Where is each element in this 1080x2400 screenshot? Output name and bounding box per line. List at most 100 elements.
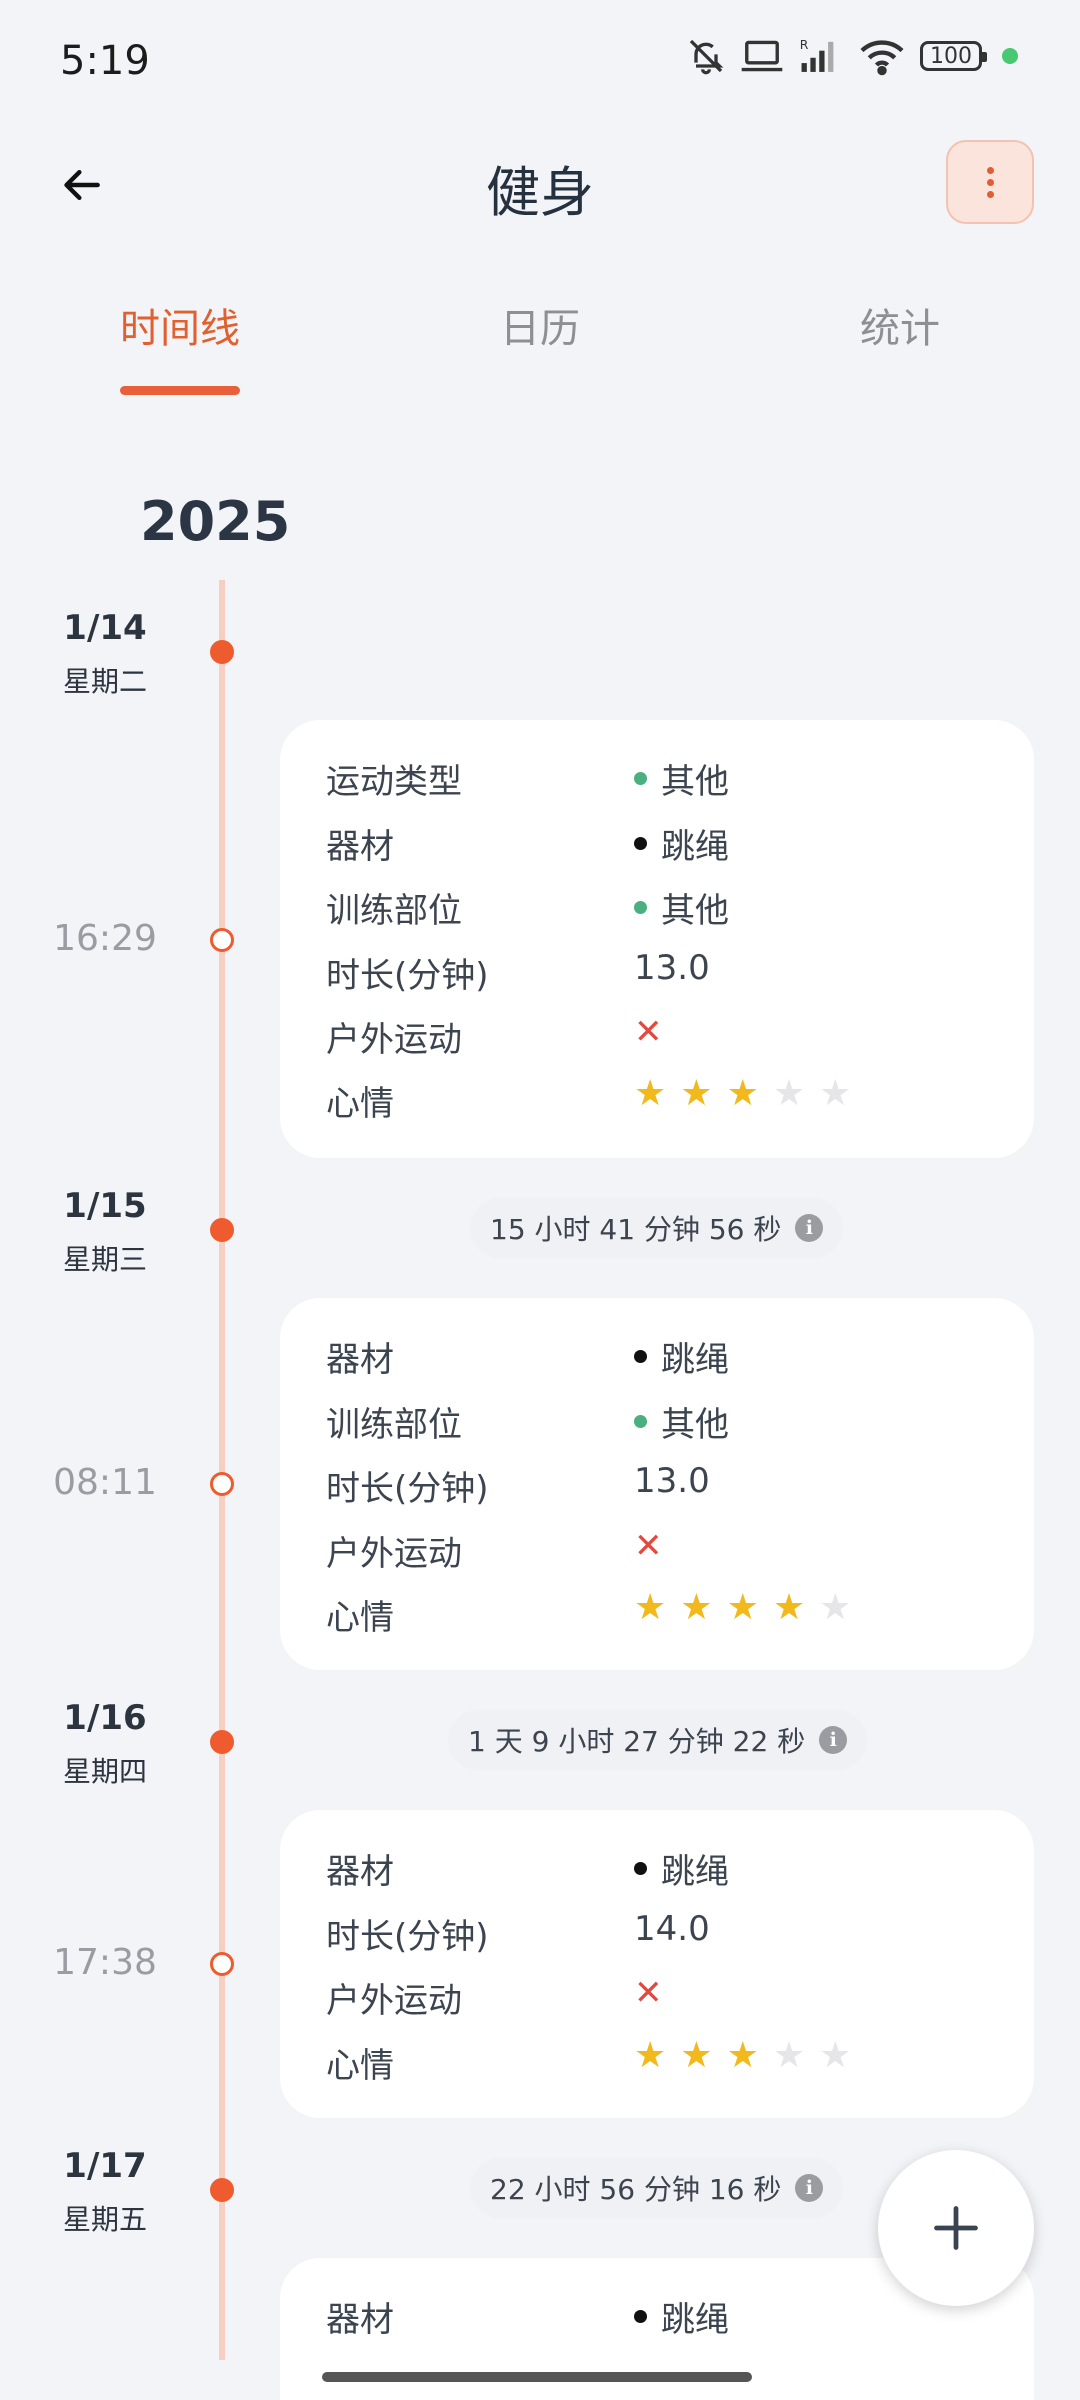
battery-icon: 100 <box>920 41 987 71</box>
entry-node <box>210 1952 234 1976</box>
day-node <box>210 1218 234 1242</box>
row-value: 跳绳 <box>634 819 729 868</box>
row-value: ✕ <box>634 1973 663 2013</box>
bullet-black <box>634 1350 647 1363</box>
page-title: 健身 <box>486 161 594 224</box>
home-indicator[interactable] <box>322 2372 752 2382</box>
weekday-label: 星期二 <box>62 665 147 698</box>
row-value: 13.0 <box>634 948 710 988</box>
interval-text: 22 小时 56 分钟 16 秒 <box>490 2173 782 2206</box>
year-heading: 2025 <box>140 490 291 553</box>
mood-stars: ★ ★ ★ ★ ★ <box>634 1076 851 1112</box>
row-label: 心情 <box>326 1084 394 1124</box>
tab-calendar[interactable]: 日历 <box>420 296 660 354</box>
entry-node <box>210 1472 234 1496</box>
bullet-green <box>634 901 647 914</box>
row-label: 户外运动 <box>326 1020 462 1060</box>
row-label: 户外运动 <box>326 1534 462 1574</box>
timeline-line <box>219 580 225 2360</box>
row-label: 器材 <box>326 2300 394 2340</box>
status-time: 5:19 <box>60 38 150 84</box>
star-empty-icon: ★ <box>772 1073 806 1114</box>
row-label: 时长(分钟) <box>326 1469 489 1509</box>
entry-card[interactable]: 器材 跳绳 时长(分钟) 14.0 户外运动 ✕ 心情 ★ ★ ★ ★ ★ <box>280 1810 1034 2118</box>
wifi-icon <box>860 40 904 76</box>
row-value: ✕ <box>634 1012 663 1052</box>
row-label: 训练部位 <box>326 1405 462 1445</box>
star-filled-icon: ★ <box>634 1587 667 1628</box>
laptop-icon <box>741 40 783 72</box>
star-empty-icon: ★ <box>819 1587 852 1628</box>
row-label: 器材 <box>326 827 394 867</box>
star-filled-icon: ★ <box>726 1073 759 1114</box>
star-empty-icon: ★ <box>819 1073 852 1114</box>
weekday-label: 星期五 <box>62 2203 147 2236</box>
date-label: 1/15 <box>63 1186 147 1226</box>
more-options-button[interactable] <box>946 140 1034 224</box>
cross-icon: ✕ <box>634 1973 663 2013</box>
cross-icon: ✕ <box>634 1526 663 1566</box>
interval-text: 1 天 9 小时 27 分钟 22 秒 <box>468 1725 806 1758</box>
star-empty-icon: ★ <box>772 2035 806 2076</box>
tab-statistics[interactable]: 统计 <box>780 296 1020 354</box>
signal-icon: R <box>800 38 834 72</box>
row-label: 心情 <box>326 1598 394 1638</box>
add-record-button[interactable] <box>878 2150 1034 2306</box>
day-node <box>210 640 234 664</box>
star-filled-icon: ★ <box>680 1073 713 1114</box>
interval-chip[interactable]: 22 小时 56 分钟 16 秒 i <box>470 2158 844 2218</box>
row-value: 跳绳 <box>634 1332 729 1381</box>
row-label: 心情 <box>326 2046 394 2086</box>
weekday-label: 星期三 <box>62 1243 147 1276</box>
entry-card[interactable]: 运动类型 其他 器材 跳绳 训练部位 其他 时长(分钟) 13.0 户外运动 ✕… <box>280 720 1034 1158</box>
row-value: 其他 <box>634 754 729 803</box>
bullet-black <box>634 2310 647 2323</box>
interval-chip[interactable]: 1 天 9 小时 27 分钟 22 秒 i <box>448 1710 868 1770</box>
interval-text: 15 小时 41 分钟 56 秒 <box>490 1213 782 1246</box>
mood-stars: ★ ★ ★ ★ ★ <box>634 2038 851 2074</box>
star-filled-icon: ★ <box>726 2035 759 2076</box>
entry-card[interactable]: 器材 跳绳 训练部位 其他 时长(分钟) 13.0 户外运动 ✕ 心情 ★ ★ ★ ★… <box>280 1298 1034 1670</box>
tab-indicator <box>120 386 240 395</box>
cross-icon: ✕ <box>634 1012 663 1052</box>
bullet-black <box>634 1862 647 1875</box>
star-filled-icon: ★ <box>680 2035 713 2076</box>
date-label: 1/16 <box>63 1698 147 1738</box>
row-label: 时长(分钟) <box>326 956 489 996</box>
more-vertical-icon <box>986 166 994 174</box>
bullet-green <box>634 1415 647 1428</box>
row-value: ✕ <box>634 1526 663 1566</box>
mood-stars: ★ ★ ★ ★ ★ <box>634 1590 851 1626</box>
row-label: 运动类型 <box>326 762 462 802</box>
day-node <box>210 2178 234 2202</box>
date-label: 1/17 <box>63 2146 147 2186</box>
info-icon: i <box>795 1214 824 1242</box>
interval-chip[interactable]: 15 小时 41 分钟 56 秒 i <box>470 1198 844 1258</box>
row-value: 跳绳 <box>634 1844 729 1893</box>
row-value: 跳绳 <box>634 2292 729 2341</box>
star-filled-icon: ★ <box>634 2035 667 2076</box>
star-filled-icon: ★ <box>680 1587 713 1628</box>
row-label: 训练部位 <box>326 891 462 931</box>
row-value: 14.0 <box>634 1909 710 1949</box>
info-icon: i <box>795 2174 824 2202</box>
tab-timeline[interactable]: 时间线 <box>60 296 300 354</box>
row-label: 时长(分钟) <box>326 1917 489 1957</box>
row-label: 户外运动 <box>326 1981 462 2021</box>
date-label: 1/14 <box>63 608 147 648</box>
row-value: 其他 <box>634 1397 729 1446</box>
row-value: 其他 <box>634 883 729 932</box>
time-label: 16:29 <box>53 918 157 959</box>
star-filled-icon: ★ <box>634 1073 667 1114</box>
time-label: 08:11 <box>53 1462 157 1503</box>
row-label: 器材 <box>326 1852 394 1892</box>
time-label: 17:38 <box>53 1942 157 1983</box>
weekday-label: 星期四 <box>62 1755 147 1788</box>
info-icon: i <box>819 1726 848 1754</box>
battery-level: 100 <box>930 43 972 69</box>
star-filled-icon: ★ <box>726 1587 759 1628</box>
green-dot <box>1002 48 1018 64</box>
row-label: 器材 <box>326 1340 394 1380</box>
star-filled-icon: ★ <box>772 1587 806 1628</box>
status-icons: R 100 <box>686 36 1018 76</box>
